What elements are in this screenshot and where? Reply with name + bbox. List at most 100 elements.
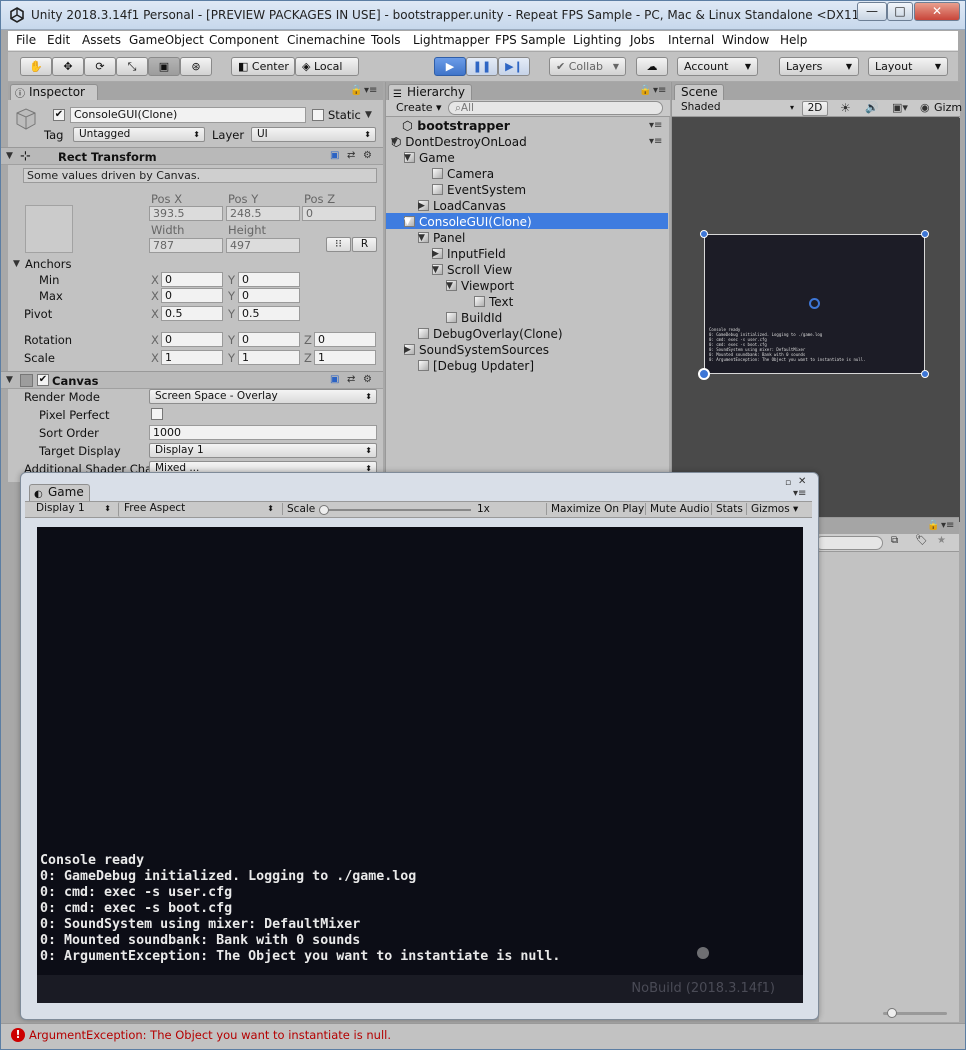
- gear-icon[interactable]: ⚙: [363, 150, 372, 161]
- hierarchy-item-viewport[interactable]: ▼ Viewport: [446, 278, 514, 294]
- hierarchy-item-loadcanvas[interactable]: ▶ LoadCanvas: [418, 198, 506, 214]
- scene-canvas-rect[interactable]: Console ready 0: GameDebug initialized. …: [704, 234, 925, 374]
- pivot-y-field[interactable]: 0.5: [238, 306, 300, 321]
- active-checkbox[interactable]: ✔: [53, 109, 65, 121]
- menu-edit[interactable]: Edit: [47, 33, 70, 47]
- render-mode-dropdown[interactable]: Screen Space - Overlay ⬍: [149, 389, 377, 404]
- console-input-field[interactable]: NoBuild (2018.3.14f1): [37, 975, 803, 1003]
- scene-visibility-icon[interactable]: ◉: [920, 101, 930, 114]
- static-checkbox[interactable]: [312, 109, 324, 121]
- scene-item-bootstrapper[interactable]: ⬡ bootstrapper: [402, 118, 510, 134]
- stats-toggle[interactable]: Stats: [711, 503, 743, 515]
- gear-icon[interactable]: ⚙: [363, 374, 372, 385]
- menu-help[interactable]: Help: [780, 33, 807, 47]
- transform-tool-button[interactable]: ⊛: [180, 57, 212, 76]
- audio-toggle-icon[interactable]: 🔊: [865, 101, 879, 114]
- gizmos-dropdown[interactable]: Gizm: [934, 101, 962, 114]
- lock-icon[interactable]: 🔒: [639, 85, 651, 96]
- panel-menu-icon[interactable]: ▾≡: [793, 488, 806, 499]
- hand-tool-button[interactable]: ✋: [20, 57, 52, 76]
- scale-slider[interactable]: [322, 509, 471, 511]
- menu-tools[interactable]: Tools: [371, 33, 401, 47]
- maximize-float-icon[interactable]: ▫: [785, 478, 791, 488]
- move-tool-button[interactable]: ✥: [52, 57, 84, 76]
- pos-y-field[interactable]: 248.5: [226, 206, 300, 221]
- canvas-enabled-checkbox[interactable]: ✔: [37, 374, 49, 386]
- menu-component[interactable]: Component: [209, 33, 279, 47]
- canvas-header[interactable]: ▼ ✔ Canvas ▣ ⇄ ⚙: [1, 371, 383, 389]
- menu-lightmapper[interactable]: Lightmapper: [413, 33, 490, 47]
- corner-handle-bl[interactable]: [698, 368, 710, 380]
- object-name-field[interactable]: ConsoleGUI(Clone): [70, 107, 306, 123]
- panel-menu-icon[interactable]: ▾≡: [364, 85, 377, 96]
- height-field[interactable]: 497: [226, 238, 300, 253]
- hierarchy-item-buildid[interactable]: BuildId: [446, 310, 502, 326]
- blueprint-mode-button[interactable]: ⁝⁝: [326, 237, 351, 252]
- scale-z-field[interactable]: 1: [314, 350, 376, 365]
- close-float-icon[interactable]: ✕: [798, 476, 806, 487]
- hierarchy-item-inputfield[interactable]: ▶ InputField: [432, 246, 506, 262]
- rotation-y-field[interactable]: 0: [238, 332, 300, 347]
- max-y-field[interactable]: 0: [238, 288, 300, 303]
- menu-jobs[interactable]: Jobs: [630, 33, 655, 47]
- lighting-toggle-icon[interactable]: ☀: [840, 101, 851, 115]
- hierarchy-item-game[interactable]: ▼ Game: [404, 150, 455, 166]
- hierarchy-item-consolegui[interactable]: ▼ ConsoleGUI(Clone): [404, 214, 532, 230]
- tab-scene[interactable]: Scene: [674, 84, 724, 100]
- pause-button[interactable]: ❚❚: [466, 57, 498, 76]
- tab-hierarchy[interactable]: ☰ Hierarchy: [388, 84, 472, 100]
- hierarchy-item-panel[interactable]: ▼ Panel: [418, 230, 465, 246]
- menu-lighting[interactable]: Lighting: [573, 33, 622, 47]
- pivot-x-field[interactable]: 0.5: [161, 306, 223, 321]
- anchor-preset-box[interactable]: [25, 205, 73, 253]
- hierarchy-item-soundsystemsources[interactable]: ▶ SoundSystemSources: [404, 342, 549, 358]
- pivot-handle[interactable]: [809, 298, 820, 309]
- preset-icon[interactable]: ⇄: [347, 150, 355, 161]
- lock-icon[interactable]: 🔒: [927, 520, 939, 531]
- layers-dropdown[interactable]: Layers ▼: [779, 57, 859, 76]
- status-message[interactable]: ArgumentException: The Object you want t…: [29, 1028, 391, 1042]
- rect-tool-button[interactable]: ▣: [148, 57, 180, 76]
- label-tag-icon[interactable]: 🏷: [915, 535, 928, 546]
- close-button[interactable]: ✕: [914, 2, 960, 21]
- minimize-button[interactable]: —: [857, 2, 887, 21]
- tag-dropdown[interactable]: Untagged ⬍: [73, 127, 205, 142]
- pixel-perfect-checkbox[interactable]: [151, 408, 163, 420]
- icon-size-slider-thumb[interactable]: [887, 1008, 897, 1018]
- gizmos-dropdown[interactable]: Gizmos ▾: [746, 503, 798, 515]
- cloud-button[interactable]: ☁: [636, 57, 668, 76]
- collab-dropdown[interactable]: ✔ Collab ▼: [549, 57, 626, 76]
- project-search-input[interactable]: [815, 536, 883, 550]
- sort-order-field[interactable]: 1000: [149, 425, 377, 440]
- min-y-field[interactable]: 0: [238, 272, 300, 287]
- step-button[interactable]: ▶❙: [498, 57, 530, 76]
- display-dropdown[interactable]: Display 1 ⬍: [31, 502, 115, 517]
- menu-window[interactable]: Window: [722, 33, 769, 47]
- rect-transform-header[interactable]: ▼ ⊹ Rect Transform ▣ ⇄ ⚙: [1, 147, 383, 165]
- tab-inspector[interactable]: ⓘ Inspector: [10, 84, 98, 100]
- scale-x-field[interactable]: 1: [161, 350, 223, 365]
- corner-handle-br[interactable]: [921, 370, 929, 378]
- corner-handle-tl[interactable]: [700, 230, 708, 238]
- row-menu-icon[interactable]: ▾≡: [649, 120, 662, 131]
- hierarchy-search-input[interactable]: ⌕All: [448, 101, 663, 115]
- tab-game[interactable]: ◐ Game: [29, 484, 90, 501]
- max-x-field[interactable]: 0: [161, 288, 223, 303]
- rotation-z-field[interactable]: 0: [314, 332, 376, 347]
- rotation-x-field[interactable]: 0: [161, 332, 223, 347]
- 2d-toggle[interactable]: 2D: [802, 101, 828, 116]
- scale-slider-thumb[interactable]: [319, 505, 329, 515]
- width-field[interactable]: 787: [149, 238, 223, 253]
- maximize-on-play-toggle[interactable]: Maximize On Play: [546, 503, 644, 515]
- hierarchy-item-debugoverlay[interactable]: DebugOverlay(Clone): [418, 326, 563, 342]
- pivot-center-toggle[interactable]: ◧ Center: [231, 57, 295, 76]
- maximize-button[interactable]: □: [887, 2, 913, 21]
- target-display-dropdown[interactable]: Display 1 ⬍: [149, 443, 377, 458]
- scale-tool-button[interactable]: ⤡: [116, 57, 148, 76]
- hierarchy-item-scrollview[interactable]: ▼ Scroll View: [432, 262, 512, 278]
- panel-menu-icon[interactable]: ▾≡: [653, 85, 666, 96]
- hierarchy-item-text[interactable]: Text: [474, 294, 513, 310]
- scale-y-field[interactable]: 1: [238, 350, 300, 365]
- menu-fps-sample[interactable]: FPS Sample: [495, 33, 566, 47]
- layout-dropdown[interactable]: Layout ▼: [868, 57, 948, 76]
